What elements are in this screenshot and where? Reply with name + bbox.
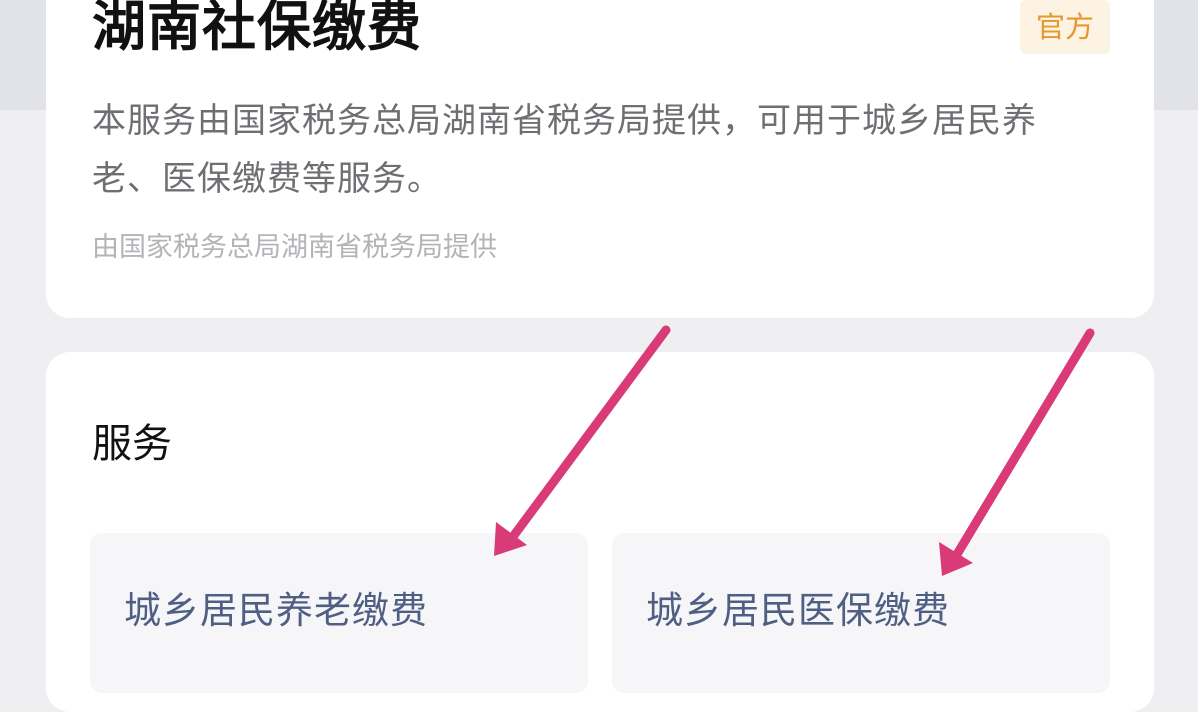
page-title: 湖南社保缴费 <box>92 0 422 58</box>
pension-payment-button[interactable]: 城乡居民养老缴费 <box>90 533 588 693</box>
medical-insurance-payment-button[interactable]: 城乡居民医保缴费 <box>612 533 1110 693</box>
pension-payment-label: 城乡居民养老缴费 <box>124 589 428 632</box>
official-badge: 官方 <box>1020 0 1110 54</box>
provider-note: 由国家税务总局湖南省税务局提供 <box>92 232 497 263</box>
service-description: 本服务由国家税务总局湖南省税务局提供，可用于城乡居民养老、医保缴费等服务。 <box>92 101 1037 199</box>
services-heading: 服务 <box>92 421 172 467</box>
medical-insurance-payment-label: 城乡居民医保缴费 <box>646 589 950 632</box>
